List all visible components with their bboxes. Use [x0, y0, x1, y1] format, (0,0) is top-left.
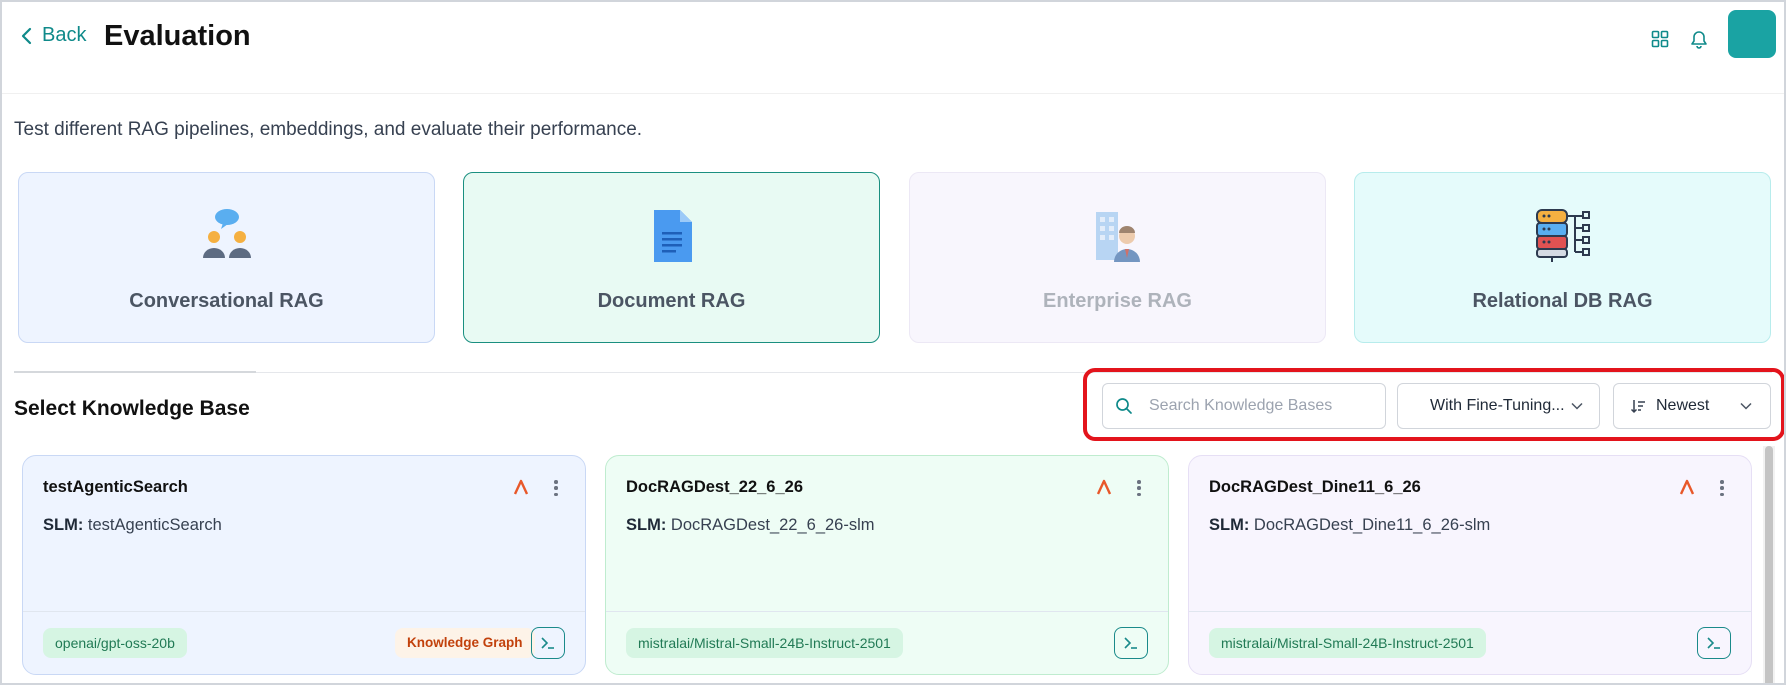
rag-card-label: Relational DB RAG: [1472, 290, 1653, 312]
rag-card-relational-db[interactable]: Relational DB RAG: [1354, 172, 1771, 343]
caret-up-icon: [513, 479, 529, 495]
caret-up-icon: [1096, 479, 1112, 495]
knowledge-graph-badge: Knowledge Graph: [395, 628, 535, 658]
card-footer-divider: [23, 611, 585, 612]
slm-value: DocRAGDest_22_6_26-slm: [670, 516, 875, 534]
search-input[interactable]: [1149, 397, 1349, 415]
card-footer-divider: [1189, 611, 1751, 612]
model-chip: mistralai/Mistral-Small-24B-Instruct-250…: [1209, 628, 1486, 658]
sort-icon: [1630, 400, 1645, 414]
terminal-button[interactable]: [1697, 627, 1731, 659]
slm-label: SLM:: [43, 516, 84, 534]
model-chip: mistralai/Mistral-Small-24B-Instruct-250…: [626, 628, 903, 658]
page-subtitle: Test different RAG pipelines, embeddings…: [14, 119, 643, 140]
grid-icon[interactable]: [1647, 26, 1673, 52]
more-options-icon[interactable]: [553, 478, 559, 498]
terminal-icon: [541, 637, 554, 649]
terminal-button[interactable]: [1114, 627, 1148, 659]
kb-name: DocRAGDest_22_6_26: [626, 478, 804, 496]
sort-select[interactable]: Newest: [1613, 383, 1771, 429]
rag-card-label: Enterprise RAG: [1043, 290, 1192, 312]
scrollbar-thumb[interactable]: [1765, 446, 1773, 683]
kb-card[interactable]: DocRAGDest_Dine11_6_26 SLM: DocRAGDest_D…: [1188, 455, 1752, 675]
page-frame: Back Evaluation Test different RAG pipel…: [0, 0, 1786, 685]
knowledge-base-title: Select Knowledge Base: [14, 397, 250, 420]
search-icon: [1116, 398, 1132, 414]
rag-card-document[interactable]: Document RAG: [463, 172, 880, 343]
section-divider-accent: [14, 371, 256, 373]
rag-card-conversational[interactable]: Conversational RAG: [18, 172, 435, 343]
enterprise-person-icon: [1088, 206, 1148, 266]
sort-value: Newest: [1656, 397, 1710, 414]
kb-card[interactable]: testAgenticSearch SLM: testAgenticSearch…: [22, 455, 586, 675]
terminal-icon: [1707, 637, 1720, 649]
kb-name: testAgenticSearch: [43, 478, 188, 496]
avatar[interactable]: [1728, 10, 1776, 58]
kb-slm: SLM: testAgenticSearch: [43, 516, 222, 535]
chevron-left-icon: [21, 27, 32, 44]
scrollbar[interactable]: [1763, 446, 1775, 683]
rag-card-label: Document RAG: [597, 290, 746, 312]
chevron-down-icon: [1571, 402, 1583, 410]
kb-slm: SLM: DocRAGDest_22_6_26-slm: [626, 516, 875, 535]
more-options-icon[interactable]: [1719, 478, 1725, 498]
terminal-button[interactable]: [531, 627, 565, 659]
kb-card[interactable]: DocRAGDest_22_6_26 SLM: DocRAGDest_22_6_…: [605, 455, 1169, 675]
document-icon: [642, 206, 702, 266]
kb-name: DocRAGDest_Dine11_6_26: [1209, 478, 1421, 496]
slm-value: DocRAGDest_Dine11_6_26-slm: [1253, 516, 1491, 534]
top-header: Back Evaluation: [2, 2, 1784, 94]
filter-value: With Fine-Tuning...: [1430, 397, 1565, 414]
chevron-down-icon: [1740, 402, 1752, 410]
search-box[interactable]: [1102, 383, 1386, 429]
rag-card-label: Conversational RAG: [129, 290, 324, 312]
kb-slm: SLM: DocRAGDest_Dine11_6_26-slm: [1209, 516, 1490, 535]
back-button[interactable]: Back: [20, 24, 86, 47]
rag-card-enterprise: Enterprise RAG: [909, 172, 1326, 343]
slm-label: SLM:: [626, 516, 667, 534]
database-icon: [1533, 206, 1593, 266]
slm-value: testAgenticSearch: [87, 516, 222, 534]
model-chip: openai/gpt-oss-20b: [43, 628, 187, 658]
back-label: Back: [42, 24, 87, 46]
page-title: Evaluation: [104, 20, 251, 52]
more-options-icon[interactable]: [1136, 478, 1142, 498]
card-footer-divider: [606, 611, 1168, 612]
slm-label: SLM:: [1209, 516, 1250, 534]
bell-icon[interactable]: [1686, 26, 1712, 52]
conversation-people-icon: [197, 206, 257, 266]
fine-tuning-filter-select[interactable]: With Fine-Tuning...: [1397, 383, 1600, 429]
caret-up-icon: [1679, 479, 1695, 495]
terminal-icon: [1124, 637, 1137, 649]
